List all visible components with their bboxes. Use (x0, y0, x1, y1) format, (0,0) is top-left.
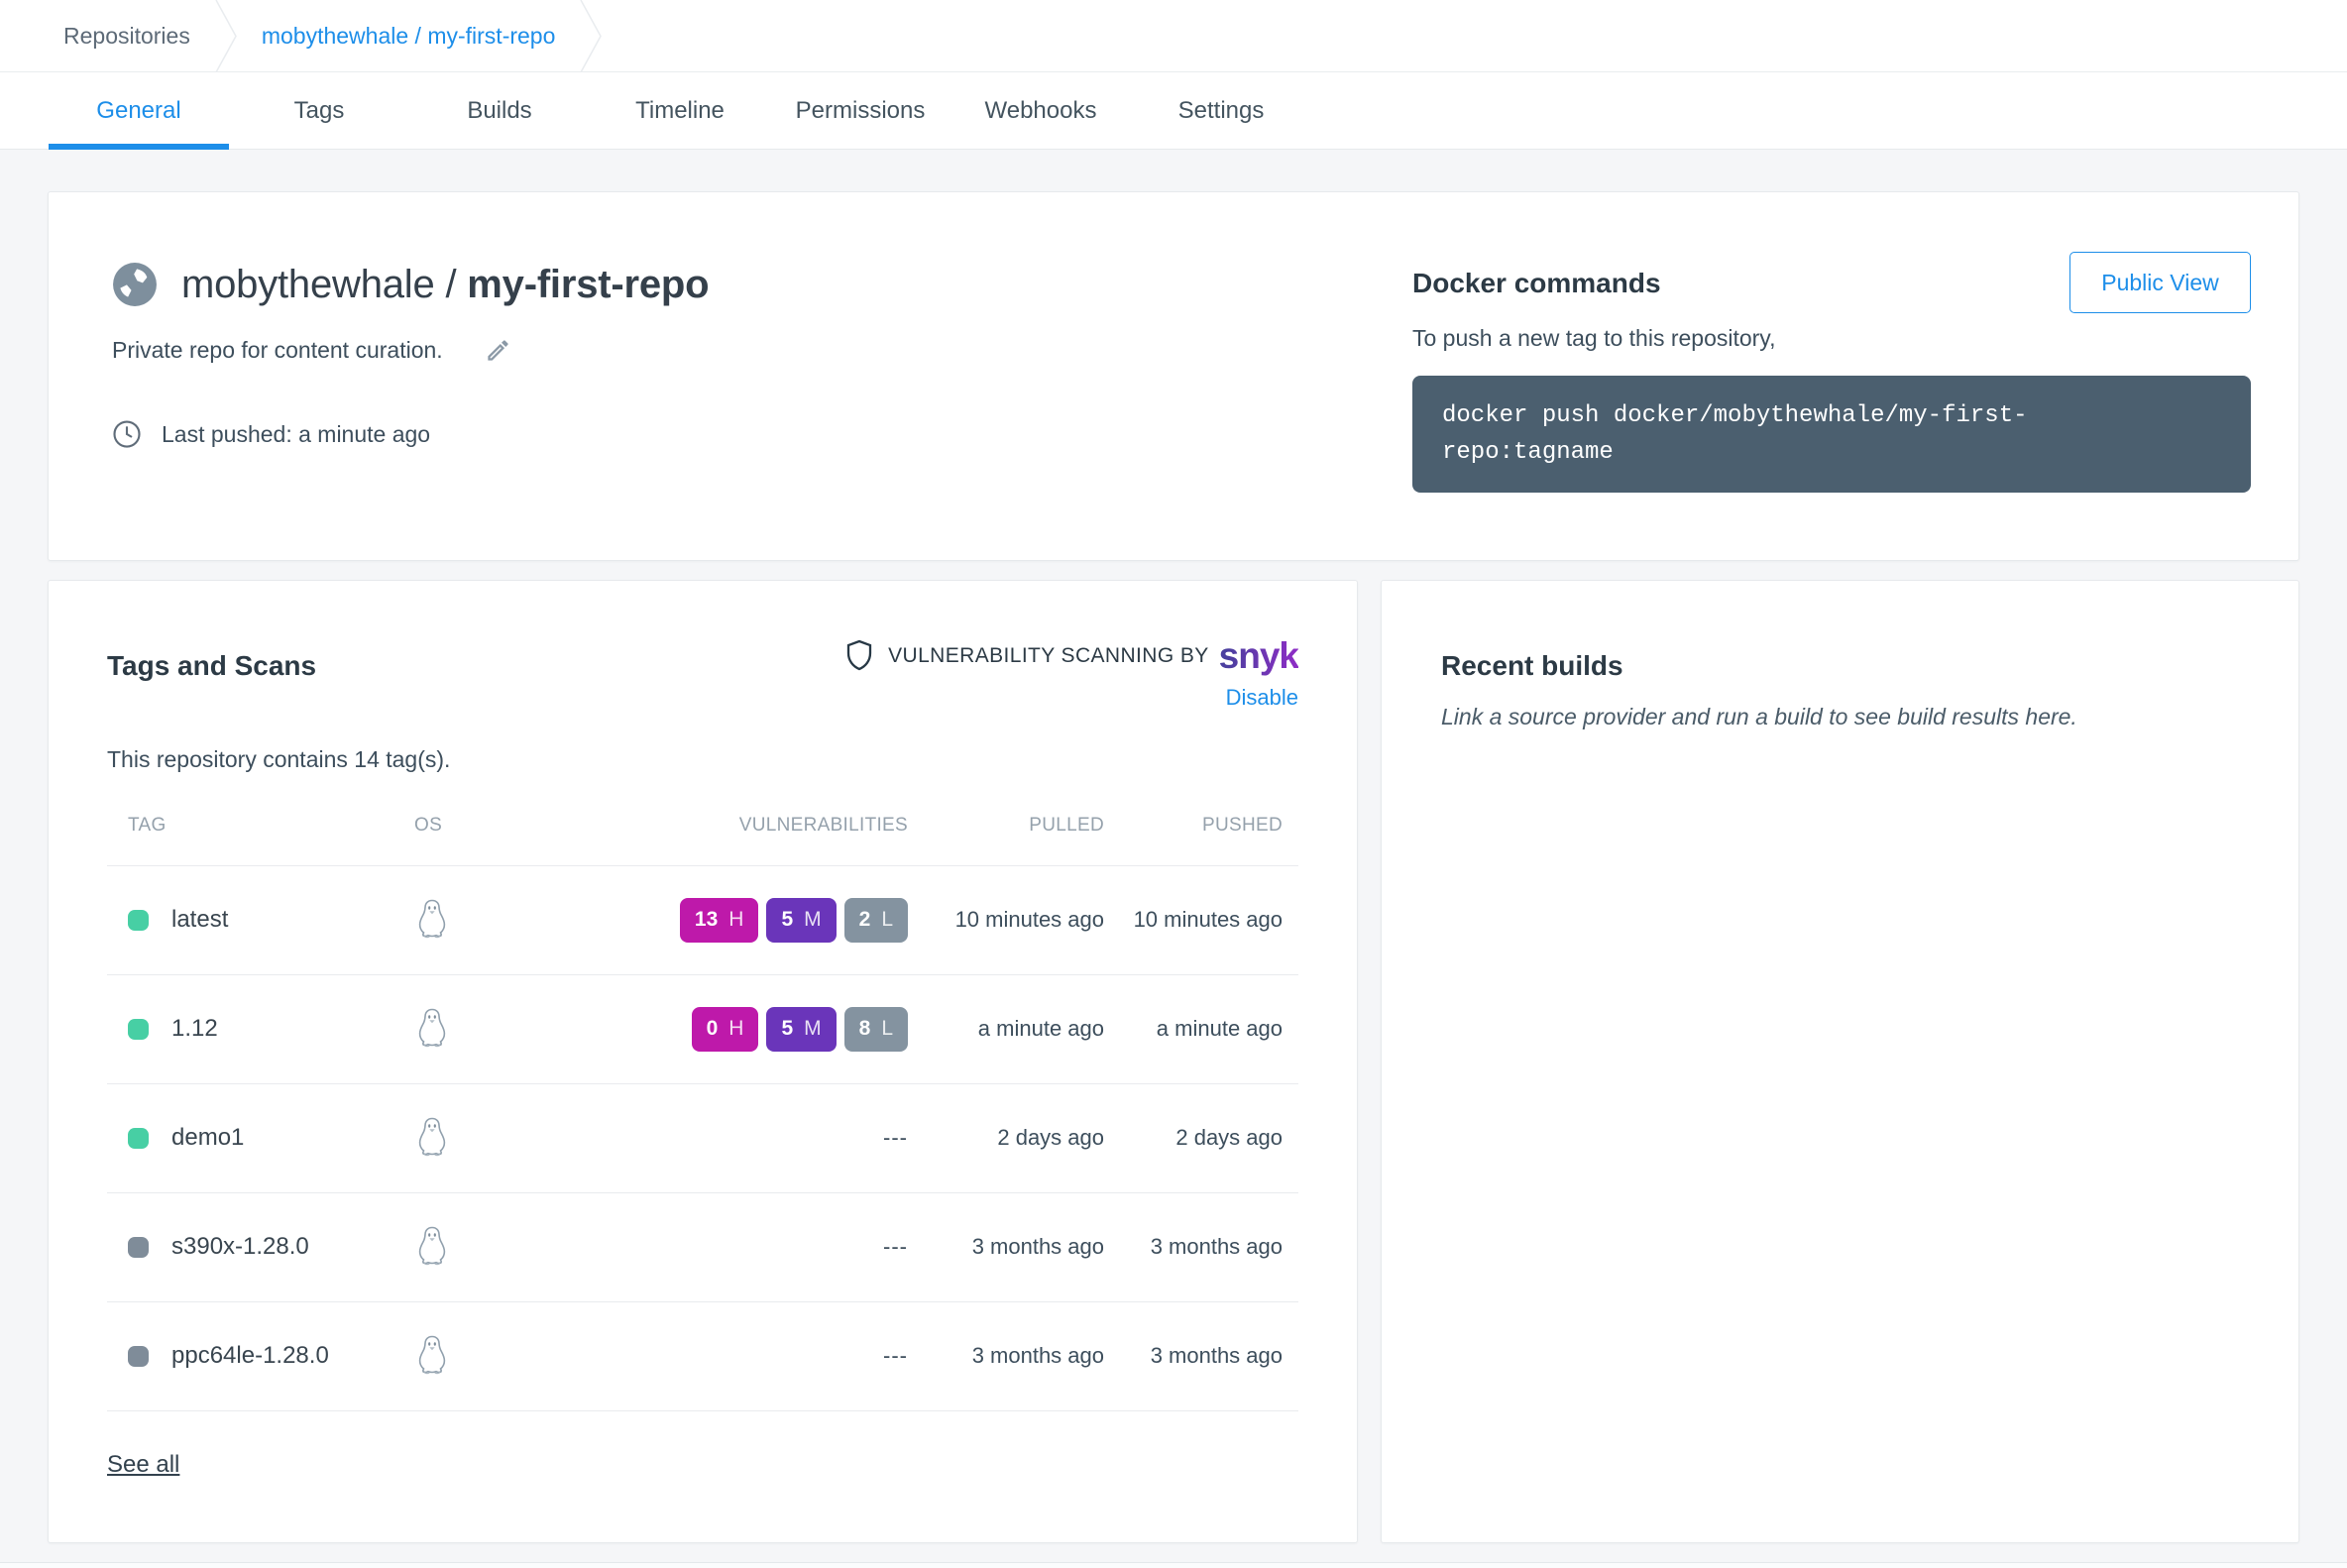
vulnerability-badge-medium[interactable]: 5M (766, 1007, 836, 1052)
vulnerability-badge-high[interactable]: 0H (692, 1007, 759, 1052)
edit-description-icon[interactable] (485, 337, 511, 364)
vulnerability-badge-low[interactable]: 2L (844, 898, 908, 943)
tab-builds[interactable]: Builds (409, 72, 590, 149)
vulnerability-badge-medium[interactable]: 5M (766, 898, 836, 943)
command-text: docker push docker/mobythewhale/my-first… (1442, 397, 2055, 471)
tag-status-dot (128, 1019, 149, 1040)
tab-tags[interactable]: Tags (229, 72, 409, 149)
tag-status-dot (128, 1346, 149, 1367)
col-header-os: OS (400, 815, 549, 837)
page-title: mobythewhale / my-first-repo (181, 263, 709, 307)
repo-description: Private repo for content curation. (112, 337, 443, 364)
tags-and-scans-title: Tags and Scans (107, 650, 316, 711)
tags-table: TAG OS VULNERABILITIES PULLED PUSHED lat… (107, 787, 1298, 1411)
linux-os-icon (414, 1007, 450, 1051)
pushed-time: 2 days ago (1112, 1125, 1300, 1151)
public-view-button[interactable]: Public View (2069, 252, 2251, 313)
col-header-pulled: PULLED (914, 815, 1112, 837)
tab-permissions[interactable]: Permissions (770, 72, 950, 149)
vulnerability-badge-low[interactable]: 8L (844, 1007, 908, 1052)
table-row[interactable]: s390x-1.28.0 --- 3 months ago 3 months a… (107, 1193, 1298, 1302)
table-row[interactable]: demo1 --- 2 days ago 2 days ago (107, 1084, 1298, 1193)
tag-status-dot (128, 1237, 149, 1258)
tag-name-link[interactable]: s390x-1.28.0 (171, 1233, 309, 1261)
repo-overview-card: mobythewhale / my-first-repo Private rep… (48, 191, 2299, 561)
pulled-time: 2 days ago (914, 1125, 1112, 1151)
tag-name-link[interactable]: demo1 (171, 1124, 244, 1152)
tag-count-summary: This repository contains 14 tag(s). (107, 746, 1298, 773)
tag-name-link[interactable]: ppc64le-1.28.0 (171, 1342, 329, 1370)
disable-scanning-link[interactable]: Disable (1226, 685, 1298, 711)
table-row[interactable]: 1.12 0H 5M 8L a minute ago a minute ago (107, 975, 1298, 1084)
tab-general[interactable]: General (49, 72, 229, 149)
last-pushed-label: Last pushed: a minute ago (162, 421, 430, 448)
breadcrumb: Repositories mobythewhale / my-first-rep… (0, 0, 2347, 72)
col-header-pushed: PUSHED (1112, 815, 1300, 837)
linux-os-icon (414, 1334, 450, 1378)
pushed-time: 10 minutes ago (1112, 907, 1300, 933)
col-header-tag: TAG (107, 815, 400, 837)
globe-icon (112, 262, 158, 307)
table-row[interactable]: ppc64le-1.28.0 --- 3 months ago 3 months… (107, 1302, 1298, 1411)
recent-builds-title: Recent builds (1441, 650, 2239, 682)
repo-tabs: General Tags Builds Timeline Permissions… (0, 72, 2347, 150)
no-scan-placeholder: --- (883, 1234, 908, 1260)
pulled-time: 3 months ago (914, 1234, 1112, 1260)
tag-status-dot (128, 910, 149, 931)
shield-icon (844, 639, 874, 673)
chevron-separator-icon (212, 0, 240, 72)
pulled-time: a minute ago (914, 1016, 1112, 1042)
repository-page: Repositories mobythewhale / my-first-rep… (0, 0, 2347, 1568)
repo-namespace: mobythewhale / (181, 263, 456, 306)
push-instruction: To push a new tag to this repository, (1412, 325, 2251, 352)
tags-and-scans-card: Tags and Scans VULNERABILITY SCANNING BY… (48, 580, 1358, 1543)
tag-name-link[interactable]: latest (171, 906, 228, 934)
breadcrumb-repositories[interactable]: Repositories (63, 23, 190, 50)
next-section-edge (0, 1562, 2347, 1568)
clock-icon (112, 419, 142, 449)
pushed-time: 3 months ago (1112, 1343, 1300, 1369)
tag-name-link[interactable]: 1.12 (171, 1015, 218, 1043)
docker-commands-title: Docker commands (1412, 268, 1661, 299)
table-row[interactable]: latest 13H 5M 2L 10 minutes ago 10 minut… (107, 866, 1298, 975)
see-all-link[interactable]: See all (107, 1451, 179, 1479)
docker-commands-section: Docker commands Public View To push a ne… (1412, 252, 2251, 560)
recent-builds-card: Recent builds Link a source provider and… (1381, 580, 2299, 1543)
no-scan-placeholder: --- (883, 1343, 908, 1369)
vulnerability-badge-high[interactable]: 13H (680, 898, 759, 943)
tab-settings[interactable]: Settings (1131, 72, 1311, 149)
snyk-logo: snyk (1219, 636, 1298, 677)
tags-table-header: TAG OS VULNERABILITIES PULLED PUSHED (107, 787, 1298, 866)
tab-timeline[interactable]: Timeline (590, 72, 770, 149)
pulled-time: 3 months ago (914, 1343, 1112, 1369)
pushed-time: a minute ago (1112, 1016, 1300, 1042)
recent-builds-empty-message: Link a source provider and run a build t… (1441, 704, 2239, 730)
docker-push-command: docker push docker/mobythewhale/my-first… (1412, 376, 2251, 493)
pulled-time: 10 minutes ago (914, 907, 1112, 933)
repo-name: my-first-repo (467, 263, 709, 306)
linux-os-icon (414, 1225, 450, 1269)
repo-info: mobythewhale / my-first-repo Private rep… (112, 252, 709, 560)
vulnerability-scanning-label: VULNERABILITY SCANNING BY (888, 644, 1209, 668)
tag-status-dot (128, 1128, 149, 1149)
breadcrumb-current-repo[interactable]: mobythewhale / my-first-repo (262, 23, 556, 50)
tab-webhooks[interactable]: Webhooks (950, 72, 1131, 149)
linux-os-icon (414, 1116, 450, 1160)
linux-os-icon (414, 898, 450, 942)
chevron-separator-icon (577, 0, 605, 72)
pushed-time: 3 months ago (1112, 1234, 1300, 1260)
no-scan-placeholder: --- (883, 1125, 908, 1151)
col-header-vulnerabilities: VULNERABILITIES (549, 815, 914, 837)
